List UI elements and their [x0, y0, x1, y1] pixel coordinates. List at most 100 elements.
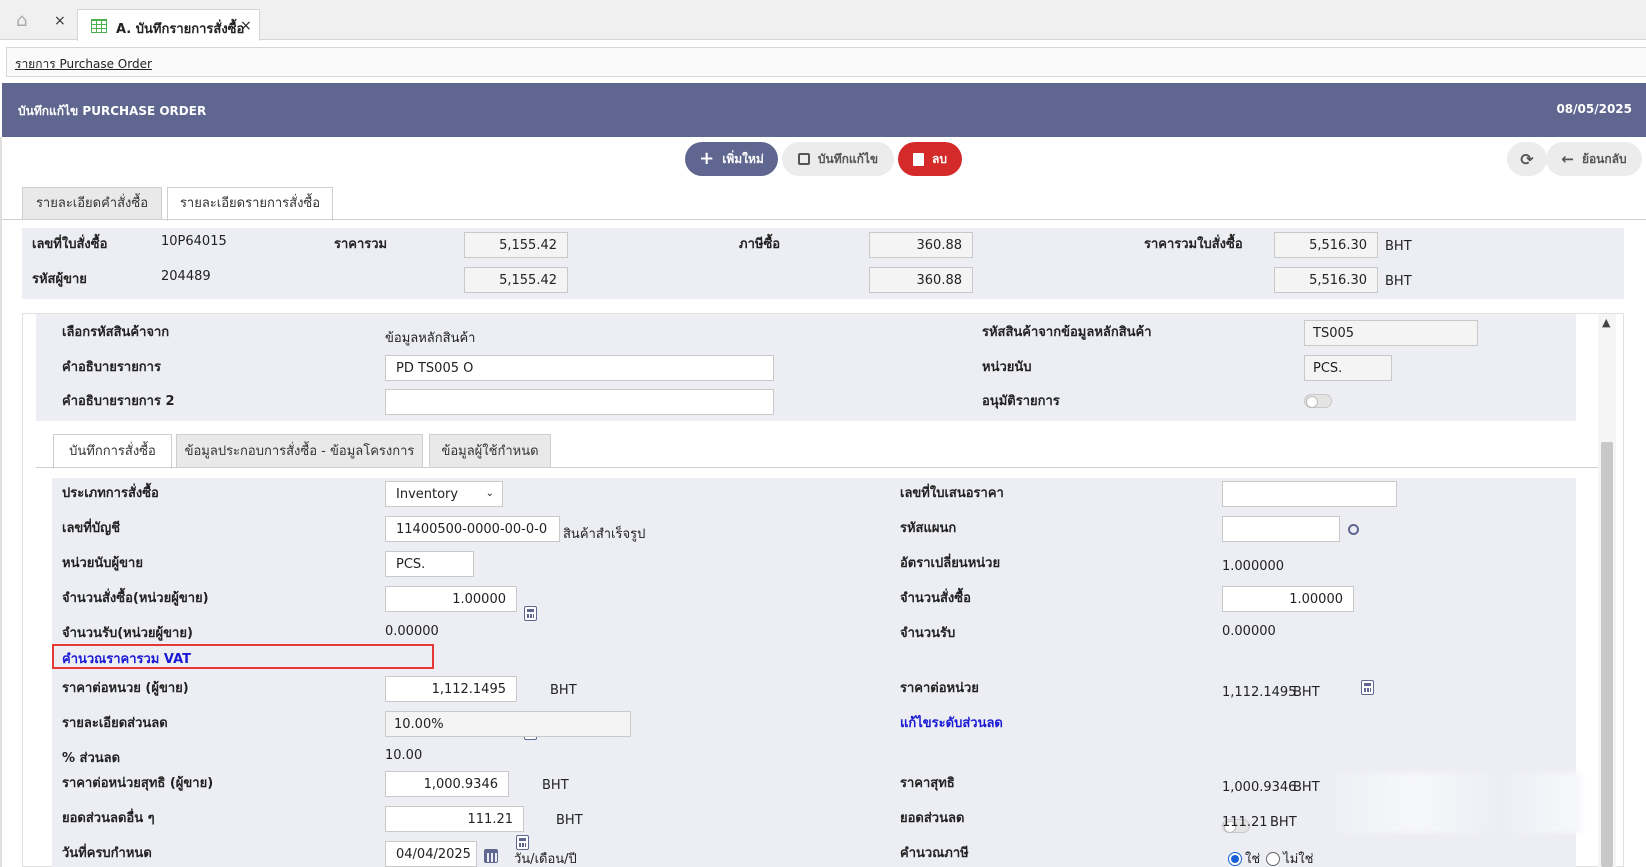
edit-discount-label: แก้ไขระดับส่วนลด: [900, 716, 1003, 731]
radio-no-label: ไม่ใช่: [1283, 852, 1314, 867]
due-date-label: วันที่ครบกำหนด: [62, 846, 152, 861]
home-close-icon[interactable]: ×: [54, 14, 66, 28]
description2-input[interactable]: [385, 389, 774, 415]
tab-order-entry[interactable]: บันทึกการสั่งซื้อ: [53, 434, 172, 469]
tab-divider: [2, 219, 1646, 220]
conversion-rate-value: 1.000000: [1222, 559, 1285, 574]
header-date: 08/05/2025: [1556, 102, 1632, 116]
quote-number-label: เลขที่ใบเสนอราคา: [900, 486, 1004, 501]
po-number-label: เลขที่ใบสั่งซื้อ: [32, 237, 108, 252]
description-input[interactable]: PD TS005 O: [385, 355, 774, 381]
calculator-icon[interactable]: [1361, 680, 1374, 695]
discount-amount-label: ยอดส่วนลด: [900, 811, 965, 826]
radio-yes[interactable]: [1228, 851, 1242, 866]
unit-field: PCS.: [1304, 355, 1392, 381]
add-button[interactable]: + เพิ่มใหม่: [685, 142, 778, 176]
refresh-icon: ⟳: [1520, 149, 1534, 169]
received-vendor-value: 0.00000: [385, 624, 439, 639]
delete-label: ลบ: [932, 151, 947, 166]
currency-label: BHT: [1270, 815, 1297, 830]
quote-number-input[interactable]: [1222, 481, 1397, 507]
calendar-icon[interactable]: [484, 849, 498, 863]
discount-detail-field: 10.00%: [385, 711, 631, 737]
received-vendor-label: จำนวนรับ(หน่วยผู้ขาย): [62, 626, 193, 641]
tab-order-items[interactable]: รายละเอียดรายการสั่งซื้อ: [167, 187, 333, 221]
scrollbar[interactable]: ▲: [1598, 314, 1616, 867]
order-qty-label: จำนวนสั่งซื้อ: [900, 591, 971, 606]
total-label: ราคารวม: [334, 237, 388, 252]
vendor-unit-input[interactable]: PCS.: [385, 551, 474, 577]
net-unit-vendor-input[interactable]: 1,000.9346: [385, 771, 509, 797]
radio-no[interactable]: [1266, 851, 1281, 866]
conversion-rate-label: อัตราเปลี่ยนหน่วย: [900, 556, 1001, 571]
vendor-code-value: 204489: [161, 269, 211, 284]
currency-label-2: BHT: [1385, 274, 1412, 289]
subtab-divider: [36, 467, 1598, 468]
breadcrumb-link[interactable]: รายการ Purchase Order: [15, 55, 152, 74]
tab-project-info[interactable]: ข้อมูลประกอบการสั่งซื้อ - ข้อมูลโครงการ: [176, 434, 423, 468]
back-label: ย้อนกลับ: [1581, 151, 1627, 166]
approve-toggle[interactable]: [1304, 394, 1332, 408]
account-label: เลขที่บัญชี: [62, 521, 121, 536]
currency-label: BHT: [550, 683, 577, 698]
calculator-icon[interactable]: [524, 606, 537, 621]
back-button[interactable]: ← ย้อนกลับ: [1546, 142, 1642, 176]
source-label: เลือกรหัสสินค้าจาก: [62, 325, 170, 340]
unit-price-label: ราคาต่อหน่วย: [900, 681, 979, 696]
unit-label: หน่วยนับ: [982, 360, 1032, 375]
account-input[interactable]: 11400500-0000-00-0-0: [385, 516, 560, 542]
close-icon[interactable]: ×: [240, 18, 252, 34]
approve-label: อนุมัติรายการ: [982, 394, 1060, 409]
add-label: เพิ่มใหม่: [722, 151, 764, 166]
total-field: 5,155.42: [464, 232, 568, 258]
tax-field-2: 360.88: [869, 267, 973, 293]
currency-label: BHT: [542, 778, 569, 793]
tab-purchase-order[interactable]: A. บันทึกรายการสั่งซื้อ ×: [77, 9, 260, 41]
order-type-label: ประเภทการสั่งซื้อ: [62, 486, 159, 501]
tab-order-details[interactable]: รายละเอียดคำสั่งซื้อ: [22, 187, 162, 219]
due-date-input[interactable]: 04/04/2025: [385, 841, 477, 867]
other-discount-input[interactable]: 111.21: [385, 806, 524, 832]
discount-percent-label: % ส่วนลด: [62, 751, 121, 766]
save-label: บันทึกแก้ไข: [817, 151, 879, 166]
breadcrumb-bar: [6, 47, 1646, 77]
vendor-unit-label: หน่วยนับผู้ขาย: [62, 556, 143, 571]
floppy-icon: [797, 153, 810, 165]
order-type-value: Inventory: [396, 487, 459, 502]
save-button[interactable]: บันทึกแก้ไข: [782, 142, 894, 176]
order-qty-input[interactable]: 1.00000: [1222, 586, 1354, 612]
net-unit-vendor-label: ราคาต่อหน่วยสุทธิ (ผู้ขาย): [62, 776, 214, 791]
search-icon[interactable]: [1348, 524, 1359, 535]
home-icon[interactable]: ⌂: [16, 12, 38, 30]
grand-total-field: 5,516.30: [1274, 232, 1378, 258]
discount-amount-value: 111.21: [1222, 815, 1268, 830]
refresh-button[interactable]: ⟳: [1507, 142, 1547, 176]
chevron-up-icon[interactable]: ▲: [1602, 316, 1610, 329]
currency-label: BHT: [556, 813, 583, 828]
unit-price-vendor-input[interactable]: 1,112.1495: [385, 676, 517, 702]
page-title: บันทึกแก้ไข PURCHASE ORDER: [18, 104, 207, 118]
order-type-select[interactable]: Inventory ⌄: [385, 481, 503, 507]
tax-field: 360.88: [869, 232, 973, 258]
discount-percent-value: 10.00: [385, 748, 423, 763]
department-label: รหัสแผนก: [900, 521, 957, 536]
grand-total-field-2: 5,516.30: [1274, 267, 1378, 293]
date-format-hint: วัน/เดือน/ปี: [514, 852, 577, 867]
currency-label: BHT: [1293, 685, 1320, 700]
unit-price-vendor-label: ราคาต่อหนวย (ผู้ขาย): [62, 681, 189, 696]
vat-calc-label: คำนวณราคารวม VAT: [62, 652, 191, 667]
scrollbar-thumb[interactable]: [1601, 442, 1613, 867]
description-label: คำอธิบายรายการ: [62, 360, 161, 375]
summary-panel: [22, 228, 1624, 299]
plus-icon: +: [699, 148, 715, 169]
spreadsheet-icon: [91, 19, 107, 33]
department-input[interactable]: [1222, 516, 1340, 542]
qty-vendor-label: จำนวนสั่งซื้อ(หน่วยผู้ขาย): [62, 591, 209, 606]
received-qty-label: จำนวนรับ: [900, 626, 956, 641]
delete-button[interactable]: ลบ: [898, 142, 962, 176]
discount-detail-label: รายละเอียดส่วนลด: [62, 716, 168, 731]
trash-icon: [913, 152, 924, 166]
qty-vendor-input[interactable]: 1.00000: [385, 586, 517, 612]
unit-price-value: 1,112.1495: [1222, 685, 1297, 700]
tab-user-defined[interactable]: ข้อมูลผู้ใช้กำหนด: [429, 434, 551, 468]
